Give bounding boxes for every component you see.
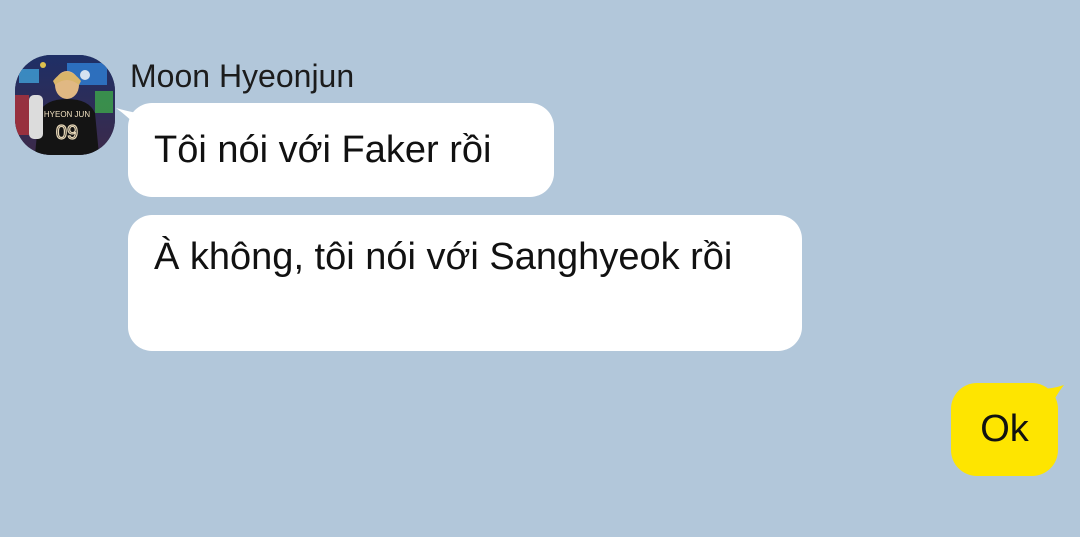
incoming-message-bubble[interactable]: À không, tôi nói với Sanghyeok rồi	[128, 215, 802, 351]
chat-view: HYEON JUN 09 Moon Hyeonjun Tôi nói với F…	[0, 0, 1080, 537]
message-text: Tôi nói với Faker rồi	[154, 129, 492, 171]
avatar-image: HYEON JUN 09	[15, 55, 115, 155]
sender-name: Moon Hyeonjun	[130, 58, 355, 94]
incoming-message-bubble[interactable]: Tôi nói với Faker rồi	[128, 103, 554, 197]
message-text: Ok	[980, 408, 1029, 450]
avatar-jersey-name: HYEON JUN	[44, 110, 90, 119]
outgoing-message-bubble[interactable]: Ok	[951, 383, 1058, 476]
avatar[interactable]: HYEON JUN 09	[15, 55, 115, 155]
message-text: À không, tôi nói với Sanghyeok rồi	[154, 236, 733, 278]
avatar-jersey-number: 09	[56, 122, 78, 144]
